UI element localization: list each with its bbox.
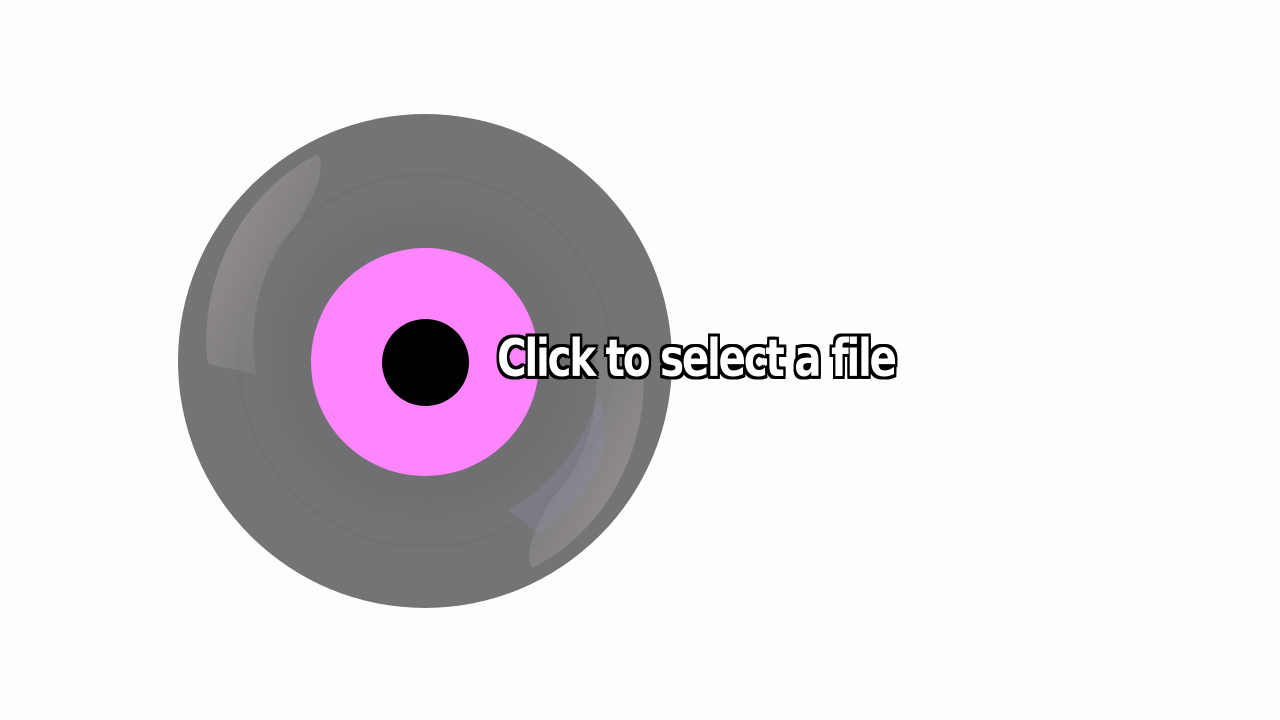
- select-file-prompt[interactable]: Click to select a file: [497, 322, 897, 396]
- record-spindle-hole: [382, 319, 469, 406]
- file-select-drop-zone[interactable]: Click to select a file: [0, 0, 1280, 720]
